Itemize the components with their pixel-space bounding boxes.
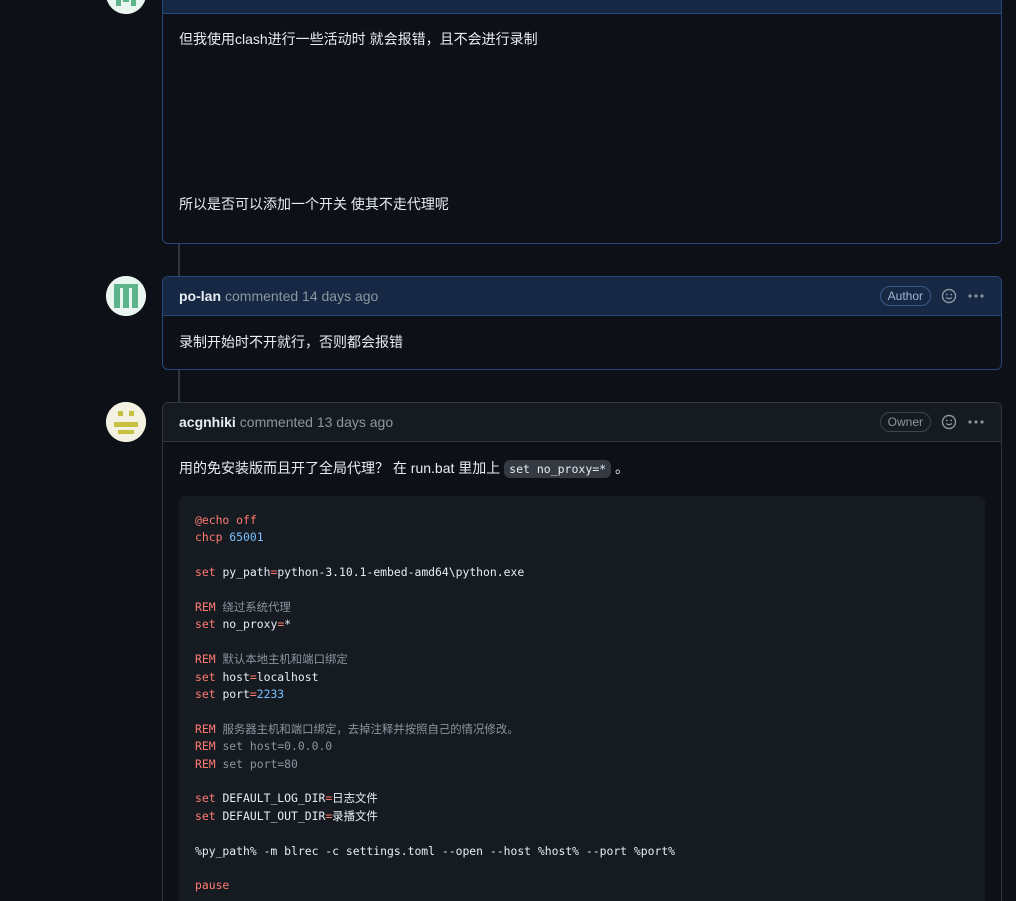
- timeline-connector: [178, 243, 180, 277]
- comment-header: po-lan commented 14 days ago Author: [163, 277, 1001, 316]
- comment-body: 用的免安装版而且开了全局代理？ 在 run.bat 里加上 set no_pro…: [163, 442, 1001, 901]
- code-line: set DEFAULT_OUT_DIR=录播文件: [195, 808, 378, 823]
- comment-timestamp[interactable]: commented 13 days ago: [240, 414, 393, 430]
- code-line: REM 服务器主机和端口绑定，去掉注释并按照自己的情况修改。: [195, 721, 519, 736]
- avatar[interactable]: [106, 402, 146, 442]
- comment-card: acgnhiki commented 13 days ago Owner 用的免…: [162, 402, 1002, 901]
- comment-text: 用的免安装版而且开了全局代理？ 在 run.bat 里加上 set no_pro…: [179, 458, 985, 480]
- code-line: REM 绕过系统代理: [195, 600, 291, 614]
- code-line: set DEFAULT_LOG_DIR=日志文件: [195, 791, 378, 806]
- code-line: REM set port=80: [195, 756, 298, 771]
- code-line: set no_proxy=*: [195, 617, 292, 632]
- code-line: @echo off: [195, 513, 257, 527]
- code-line: set py_path=python-3.10.1-embed-amd64\py…: [195, 565, 525, 580]
- comment-body: 录制开始时不开就行，否则都会报错: [163, 316, 1001, 369]
- inline-code: set no_proxy=*: [504, 460, 612, 478]
- code-block[interactable]: @echo off chcp 65001 set py_path=python-3.…: [179, 496, 985, 901]
- identicon-image: [106, 276, 146, 316]
- comment-body: 但我使用clash进行一些活动时 就会报错，且不会进行录制 所以是否可以添加一个…: [163, 14, 1001, 231]
- code-line: set port=2233: [195, 687, 285, 702]
- comment-text-prefix: 用的免安装版而且开了全局代理？ 在 run.bat 里加上: [179, 460, 501, 476]
- code-line: REM 默认本地主机和端口绑定: [195, 652, 348, 667]
- comment-header: acgnhiki commented 13 days ago Owner: [163, 403, 1001, 442]
- comment-author-link[interactable]: po-lan: [179, 288, 221, 304]
- comment-text: 所以是否可以添加一个开关 使其不走代理呢: [179, 196, 449, 212]
- comment-card: po-lan commented 14 days ago Author 录制开始…: [162, 276, 1002, 370]
- kebab-horizontal-icon[interactable]: [967, 414, 985, 430]
- code-line: set host=localhost: [195, 669, 319, 684]
- code-line: pause: [195, 878, 230, 893]
- kebab-horizontal-icon[interactable]: [967, 288, 985, 304]
- comment-text-suffix: 。: [614, 460, 629, 476]
- avatar[interactable]: [106, 276, 146, 316]
- comment-text: 但我使用clash进行一些活动时 就会报错，且不会进行录制: [179, 31, 538, 47]
- identicon-image: [106, 402, 146, 442]
- author-badge: Author: [879, 286, 931, 306]
- timeline-connector: [178, 369, 180, 403]
- comment-text: 录制开始时不开就行，否则都会报错: [179, 334, 403, 350]
- smiley-icon[interactable]: [941, 414, 957, 430]
- code-line: chcp 65001: [195, 530, 264, 545]
- avatar[interactable]: [106, 0, 146, 14]
- code-line: REM set host=0.0.0.0: [195, 739, 333, 754]
- owner-badge: Owner: [879, 412, 931, 432]
- identicon-image: [106, 0, 146, 14]
- comment-author-link[interactable]: acgnhiki: [179, 414, 236, 430]
- smiley-icon[interactable]: [941, 288, 957, 304]
- comment-card: 但我使用clash进行一些活动时 就会报错，且不会进行录制 所以是否可以添加一个…: [162, 0, 1002, 244]
- comment-timestamp[interactable]: commented 14 days ago: [225, 288, 378, 304]
- comment-header: [163, 0, 1001, 14]
- code-line: %py_path% -m blrec -c settings.toml --op…: [195, 843, 676, 858]
